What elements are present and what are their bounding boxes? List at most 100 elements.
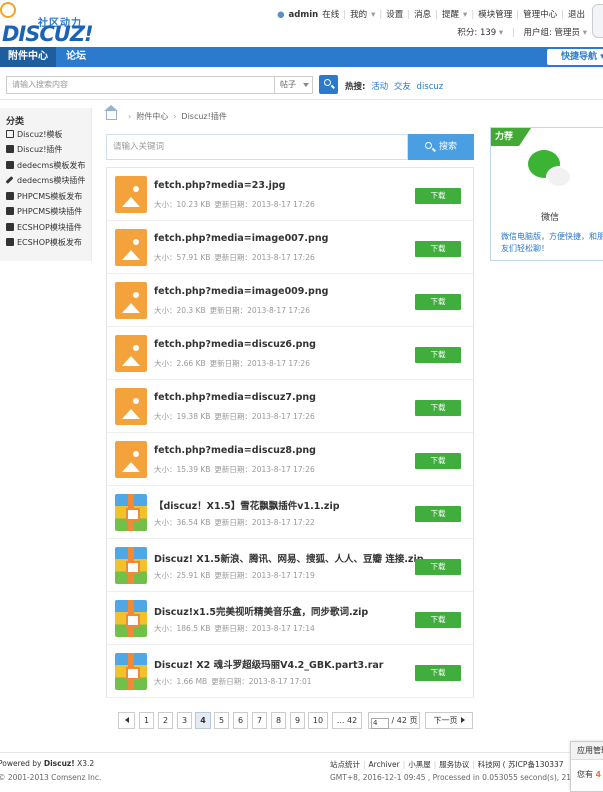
- search-bar: 请输入搜索内容 帖子 热搜: 活动 交友 discuz: [0, 68, 603, 100]
- nav-item-attachments[interactable]: 附件中心: [0, 47, 56, 67]
- my-menu[interactable]: 我的: [350, 10, 367, 20]
- module-manage-link[interactable]: 模块管理: [478, 10, 512, 20]
- admin-center-link[interactable]: 管理中心: [523, 10, 557, 20]
- file-name[interactable]: Discuz!x1.5完美视听精美音乐盒，同步歌词.zip: [154, 604, 368, 618]
- page-link[interactable]: 9: [290, 712, 305, 729]
- file-date: 更新日期：2013-8-17 17:26: [209, 359, 310, 368]
- sidebar-item[interactable]: ECSHOP模块插件: [6, 221, 82, 235]
- search-type-select[interactable]: 帖子: [274, 76, 313, 94]
- download-button[interactable]: 下载: [415, 453, 461, 469]
- file-search-input[interactable]: 请输入关键词: [106, 134, 408, 160]
- footer-brand-link[interactable]: Discuz!: [44, 759, 75, 768]
- hot-item-discuz[interactable]: discuz: [417, 82, 444, 92]
- hot-item-friends[interactable]: 交友: [394, 82, 411, 92]
- search-button[interactable]: [319, 75, 338, 94]
- sidebar-item[interactable]: dedecms模块插件: [5, 174, 85, 188]
- image-file-icon: [115, 229, 147, 266]
- file-size: 大小：36.54 KB: [154, 518, 211, 527]
- footer-link-stats[interactable]: 站点统计: [330, 760, 360, 769]
- file-name[interactable]: fetch.php?media=image007.png: [154, 233, 328, 244]
- page-link[interactable]: 7: [252, 712, 267, 729]
- file-row: Discuz!x1.5完美视听精美音乐盒，同步歌词.zip 大小：186.5 KB…: [107, 592, 473, 645]
- file-size: 大小：25.91 KB: [154, 571, 211, 580]
- archive-file-icon: [115, 653, 147, 690]
- file-name[interactable]: Discuz! X2 魂斗罗超级玛丽V4.2_GBK.part3.rar: [154, 657, 383, 671]
- recommend-box[interactable]: 力荐 微信 微信电脑版，方便快捷，和朋友们轻松聊！: [490, 127, 603, 261]
- sidebar-item[interactable]: Discuz!模板: [6, 128, 62, 142]
- chevron-down-icon: ▾: [371, 10, 376, 20]
- home-icon[interactable]: [104, 105, 118, 120]
- file-search-button[interactable]: 搜索: [408, 134, 474, 160]
- page-link[interactable]: 5: [214, 712, 229, 729]
- footer-link-archiver[interactable]: Archiver: [369, 760, 400, 769]
- messages-link[interactable]: 消息: [414, 10, 431, 20]
- avatar[interactable]: [592, 4, 603, 38]
- page-link[interactable]: 10: [308, 712, 328, 729]
- footer-link-icp[interactable]: 科技网 ( 苏ICP备130337: [478, 760, 564, 769]
- sidebar-item[interactable]: PHPCMS模块插件: [6, 205, 82, 219]
- page-link[interactable]: 3: [177, 712, 192, 729]
- page-jump: 4 / 42 页: [368, 712, 420, 729]
- search-input[interactable]: 请输入搜索内容: [6, 76, 274, 94]
- download-button[interactable]: 下载: [415, 347, 461, 363]
- download-button[interactable]: 下载: [415, 612, 461, 628]
- hot-item-activity[interactable]: 活动: [371, 82, 388, 92]
- page-link-current[interactable]: 4: [195, 712, 211, 729]
- file-name[interactable]: Discuz! X1.5新浪、腾讯、网易、搜狐、人人、豆瓣 连接.zip: [154, 551, 424, 565]
- category-sidebar: 分类 Discuz!模板 Discuz!插件 dedecms模板发布 dedec…: [0, 108, 92, 261]
- file-name[interactable]: fetch.php?media=23.jpg: [154, 180, 285, 191]
- file-search-button-label: 搜索: [439, 142, 458, 152]
- recommend-desc[interactable]: 微信电脑版，方便快捷，和朋友们轻松聊！: [501, 231, 603, 255]
- next-page-button[interactable]: 下一页: [425, 712, 473, 729]
- download-button[interactable]: 下载: [415, 559, 461, 575]
- page-link[interactable]: 8: [271, 712, 286, 729]
- prev-page-button[interactable]: [118, 712, 135, 729]
- file-list: fetch.php?media=23.jpg 大小：10.23 KB 更新日期：20…: [106, 167, 474, 698]
- download-button[interactable]: 下载: [415, 241, 461, 257]
- points-link[interactable]: 积分: 139: [457, 28, 496, 38]
- file-name[interactable]: fetch.php?media=discuz8.png: [154, 445, 316, 456]
- user-group-link[interactable]: 用户组: 管理员: [523, 28, 580, 38]
- username-link[interactable]: admin: [289, 10, 319, 20]
- download-button[interactable]: 下载: [415, 188, 461, 204]
- page-link[interactable]: 2: [158, 712, 173, 729]
- image-file-icon: [115, 335, 147, 372]
- site-logo[interactable]: 社区动力 DISCUZ!: [0, 2, 110, 46]
- sidebar-item[interactable]: dedecms模板发布: [6, 159, 85, 173]
- sidebar-item[interactable]: ECSHOP模板发布: [6, 236, 82, 250]
- sidebar-item[interactable]: Discuz!插件: [6, 143, 62, 157]
- footer-link-terms[interactable]: 服务协议: [439, 760, 469, 769]
- list-icon: [6, 238, 14, 246]
- page-link[interactable]: 1: [139, 712, 154, 729]
- powered-by: Powered by Discuz! X3.2: [0, 759, 95, 768]
- download-button[interactable]: 下载: [415, 400, 461, 416]
- sidebar-item[interactable]: PHPCMS模板发布: [6, 190, 82, 204]
- file-meta: 大小：25.91 KB 更新日期：2013-8-17 17:19: [154, 570, 319, 581]
- popup-count[interactable]: 4: [596, 770, 602, 779]
- file-name[interactable]: fetch.php?media=image009.png: [154, 286, 328, 297]
- user-icon: ●: [277, 10, 285, 20]
- file-name[interactable]: fetch.php?media=discuz7.png: [154, 392, 316, 403]
- app-manage-popup[interactable]: 应用管理 您有 4: [570, 741, 603, 792]
- breadcrumb-item-attachments[interactable]: 附件中心: [136, 112, 168, 121]
- archive-file-icon: [115, 494, 147, 531]
- notifications-link[interactable]: 提醒: [442, 10, 459, 20]
- file-name[interactable]: 【discuz！X1.5】雪花飘飘插件v1.1.zip: [154, 498, 340, 512]
- chevron-right-icon: [460, 717, 465, 723]
- download-button[interactable]: 下载: [415, 294, 461, 310]
- page-jump-input[interactable]: 4: [371, 718, 389, 729]
- settings-link[interactable]: 设置: [386, 10, 403, 20]
- page-link-last[interactable]: ... 42: [332, 712, 362, 729]
- online-status[interactable]: 在线: [322, 10, 339, 20]
- file-name[interactable]: fetch.php?media=discuz6.png: [154, 339, 316, 350]
- quick-nav-button[interactable]: 快捷导航 ▾: [547, 49, 603, 65]
- file-meta: 大小：1.66 MB 更新日期：2013-8-17 17:01: [154, 676, 316, 687]
- page-link[interactable]: 6: [233, 712, 248, 729]
- main-nav: 附件中心 论坛 快捷导航 ▾: [0, 47, 603, 67]
- download-button[interactable]: 下载: [415, 665, 461, 681]
- nav-item-forum[interactable]: 论坛: [58, 47, 94, 67]
- footer-link-blackroom[interactable]: 小黑屋: [408, 760, 431, 769]
- logout-link[interactable]: 退出: [568, 10, 585, 20]
- file-row: fetch.php?media=image007.png 大小：57.91 KB 更…: [107, 221, 473, 274]
- download-button[interactable]: 下载: [415, 506, 461, 522]
